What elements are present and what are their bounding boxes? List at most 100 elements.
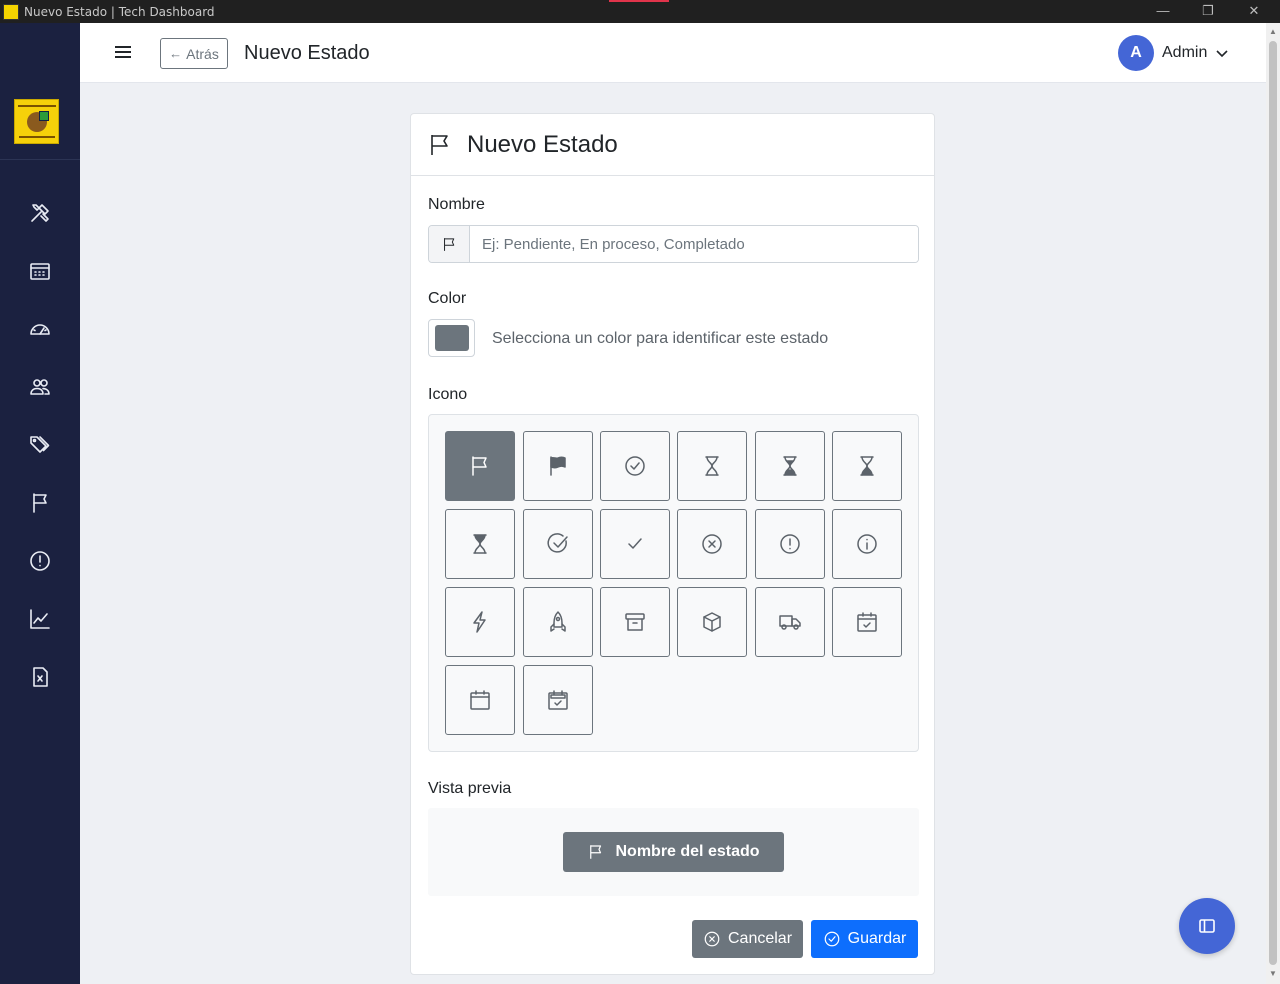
preview-text: Nombre del estado bbox=[615, 843, 760, 860]
check2-circle-icon bbox=[547, 533, 568, 553]
x-circle-icon bbox=[704, 931, 720, 947]
company-logo[interactable] bbox=[14, 99, 59, 144]
scrollbar-thumb[interactable] bbox=[1269, 41, 1277, 965]
flag-icon bbox=[428, 133, 452, 157]
chevron-down-icon bbox=[1215, 46, 1229, 60]
tags-icon bbox=[30, 436, 50, 453]
color-picker[interactable] bbox=[428, 319, 475, 357]
lightning-icon bbox=[473, 611, 486, 633]
hourglass-bottom-icon bbox=[473, 534, 487, 554]
box-icon bbox=[703, 612, 721, 632]
color-help-text: Selecciona un color para identificar est… bbox=[492, 330, 829, 347]
icon-option-check2-circle[interactable] bbox=[523, 509, 593, 579]
scroll-down-icon[interactable]: ▼ bbox=[1269, 969, 1277, 978]
icon-option-lightning[interactable] bbox=[445, 587, 515, 657]
icon-option-box[interactable] bbox=[677, 587, 747, 657]
hourglass-icon bbox=[705, 456, 719, 476]
tools-icon bbox=[31, 204, 49, 222]
icon-option-hourglass-split[interactable] bbox=[755, 431, 825, 501]
calendar-icon bbox=[470, 690, 490, 710]
users-icon bbox=[30, 379, 50, 395]
name-input-group bbox=[428, 225, 919, 263]
icon-option-check-circle[interactable] bbox=[600, 431, 670, 501]
chart-line-icon bbox=[30, 609, 50, 629]
scroll-up-icon[interactable]: ▲ bbox=[1269, 27, 1277, 36]
icon-option-flag[interactable] bbox=[445, 431, 515, 501]
window-titlebar: Nuevo Estado | Tech Dashboard — ❐ ✕ bbox=[0, 0, 1280, 23]
sidebar-item-export[interactable] bbox=[26, 663, 54, 691]
user-menu[interactable]: A Admin bbox=[1118, 35, 1229, 71]
cancel-button[interactable]: Cancelar bbox=[692, 920, 803, 958]
save-label: Guardar bbox=[847, 930, 907, 947]
page-title: Nuevo Estado bbox=[244, 42, 370, 64]
avatar: A bbox=[1118, 35, 1154, 71]
icon-option-info-circle[interactable] bbox=[832, 509, 902, 579]
check-circle-icon bbox=[625, 456, 645, 476]
icon-option-check[interactable] bbox=[600, 509, 670, 579]
archive-icon bbox=[625, 613, 645, 631]
icon-option-hourglass-top[interactable] bbox=[832, 431, 902, 501]
sidebar-item-calendar[interactable] bbox=[26, 257, 54, 285]
menu-toggle-button[interactable] bbox=[114, 43, 134, 63]
arrow-left-icon: ← bbox=[169, 46, 183, 61]
sidebar-item-tools[interactable] bbox=[26, 199, 54, 227]
speedometer-icon bbox=[30, 324, 50, 335]
name-label: Nombre bbox=[428, 196, 485, 213]
check-icon bbox=[628, 538, 642, 549]
x-circle-icon bbox=[702, 534, 722, 554]
check-circle-icon bbox=[824, 931, 839, 947]
name-input[interactable] bbox=[470, 226, 918, 262]
window-title: Nuevo Estado | Tech Dashboard bbox=[24, 4, 215, 19]
user-name: Admin bbox=[1162, 44, 1208, 61]
sidebar-item-tags[interactable] bbox=[26, 431, 54, 459]
layout-sidebar-icon bbox=[1199, 919, 1215, 933]
back-button[interactable]: ← Atrás bbox=[160, 38, 228, 69]
titlebar-accent bbox=[609, 0, 669, 2]
icon-option-calendar-check[interactable] bbox=[832, 587, 902, 657]
restore-button[interactable]: ❐ bbox=[1200, 3, 1216, 19]
truck-icon bbox=[779, 615, 801, 630]
icon-option-calendar2-check[interactable] bbox=[523, 665, 593, 735]
sidebar bbox=[0, 23, 80, 984]
sidebar-item-alerts[interactable] bbox=[26, 547, 54, 575]
page-scrollbar[interactable]: ▲ ▼ bbox=[1266, 23, 1280, 984]
hourglass-split-icon bbox=[783, 456, 797, 476]
card-title: Nuevo Estado bbox=[467, 131, 618, 158]
top-header: ← Atrás Nuevo Estado A Admin bbox=[80, 23, 1266, 83]
color-swatch-fill bbox=[434, 325, 469, 351]
icon-option-hourglass-bottom[interactable] bbox=[445, 509, 515, 579]
info-circle-icon bbox=[857, 534, 877, 554]
icon-option-rocket[interactable] bbox=[523, 587, 593, 657]
sidebar-item-reports[interactable] bbox=[26, 605, 54, 633]
toggle-panel-button[interactable] bbox=[1179, 898, 1235, 954]
sidebar-item-dashboard[interactable] bbox=[26, 315, 54, 343]
icon-option-calendar[interactable] bbox=[445, 665, 515, 735]
status-preview-badge: Nombre del estado bbox=[563, 832, 784, 872]
icon-option-archive[interactable] bbox=[600, 587, 670, 657]
color-label: Color bbox=[428, 290, 467, 307]
flag-fill-icon bbox=[550, 456, 566, 476]
icon-picker-grid bbox=[428, 414, 919, 752]
sidebar-item-estados[interactable] bbox=[26, 489, 54, 517]
icon-option-flag-fill[interactable] bbox=[523, 431, 593, 501]
sidebar-item-users[interactable] bbox=[26, 373, 54, 401]
save-button[interactable]: Guardar bbox=[811, 920, 918, 958]
flag-icon bbox=[429, 226, 470, 262]
close-window-button[interactable]: ✕ bbox=[1246, 3, 1262, 19]
cancel-label: Cancelar bbox=[727, 930, 793, 947]
icon-option-exclamation-circle[interactable] bbox=[755, 509, 825, 579]
icon-option-truck[interactable] bbox=[755, 587, 825, 657]
exclamation-circle-icon bbox=[780, 534, 800, 554]
minimize-button[interactable]: — bbox=[1155, 3, 1171, 19]
icon-option-x-circle[interactable] bbox=[677, 509, 747, 579]
flag-icon bbox=[472, 456, 487, 476]
calendar2-check-icon bbox=[548, 690, 568, 710]
sidebar-divider bbox=[0, 159, 80, 160]
icon-option-hourglass[interactable] bbox=[677, 431, 747, 501]
hourglass-top-icon bbox=[860, 456, 874, 476]
alert-circle-icon bbox=[30, 551, 50, 571]
rocket-icon bbox=[550, 611, 566, 632]
app-icon bbox=[3, 3, 19, 20]
back-label: Atrás bbox=[186, 45, 219, 62]
flag-icon bbox=[33, 493, 47, 513]
